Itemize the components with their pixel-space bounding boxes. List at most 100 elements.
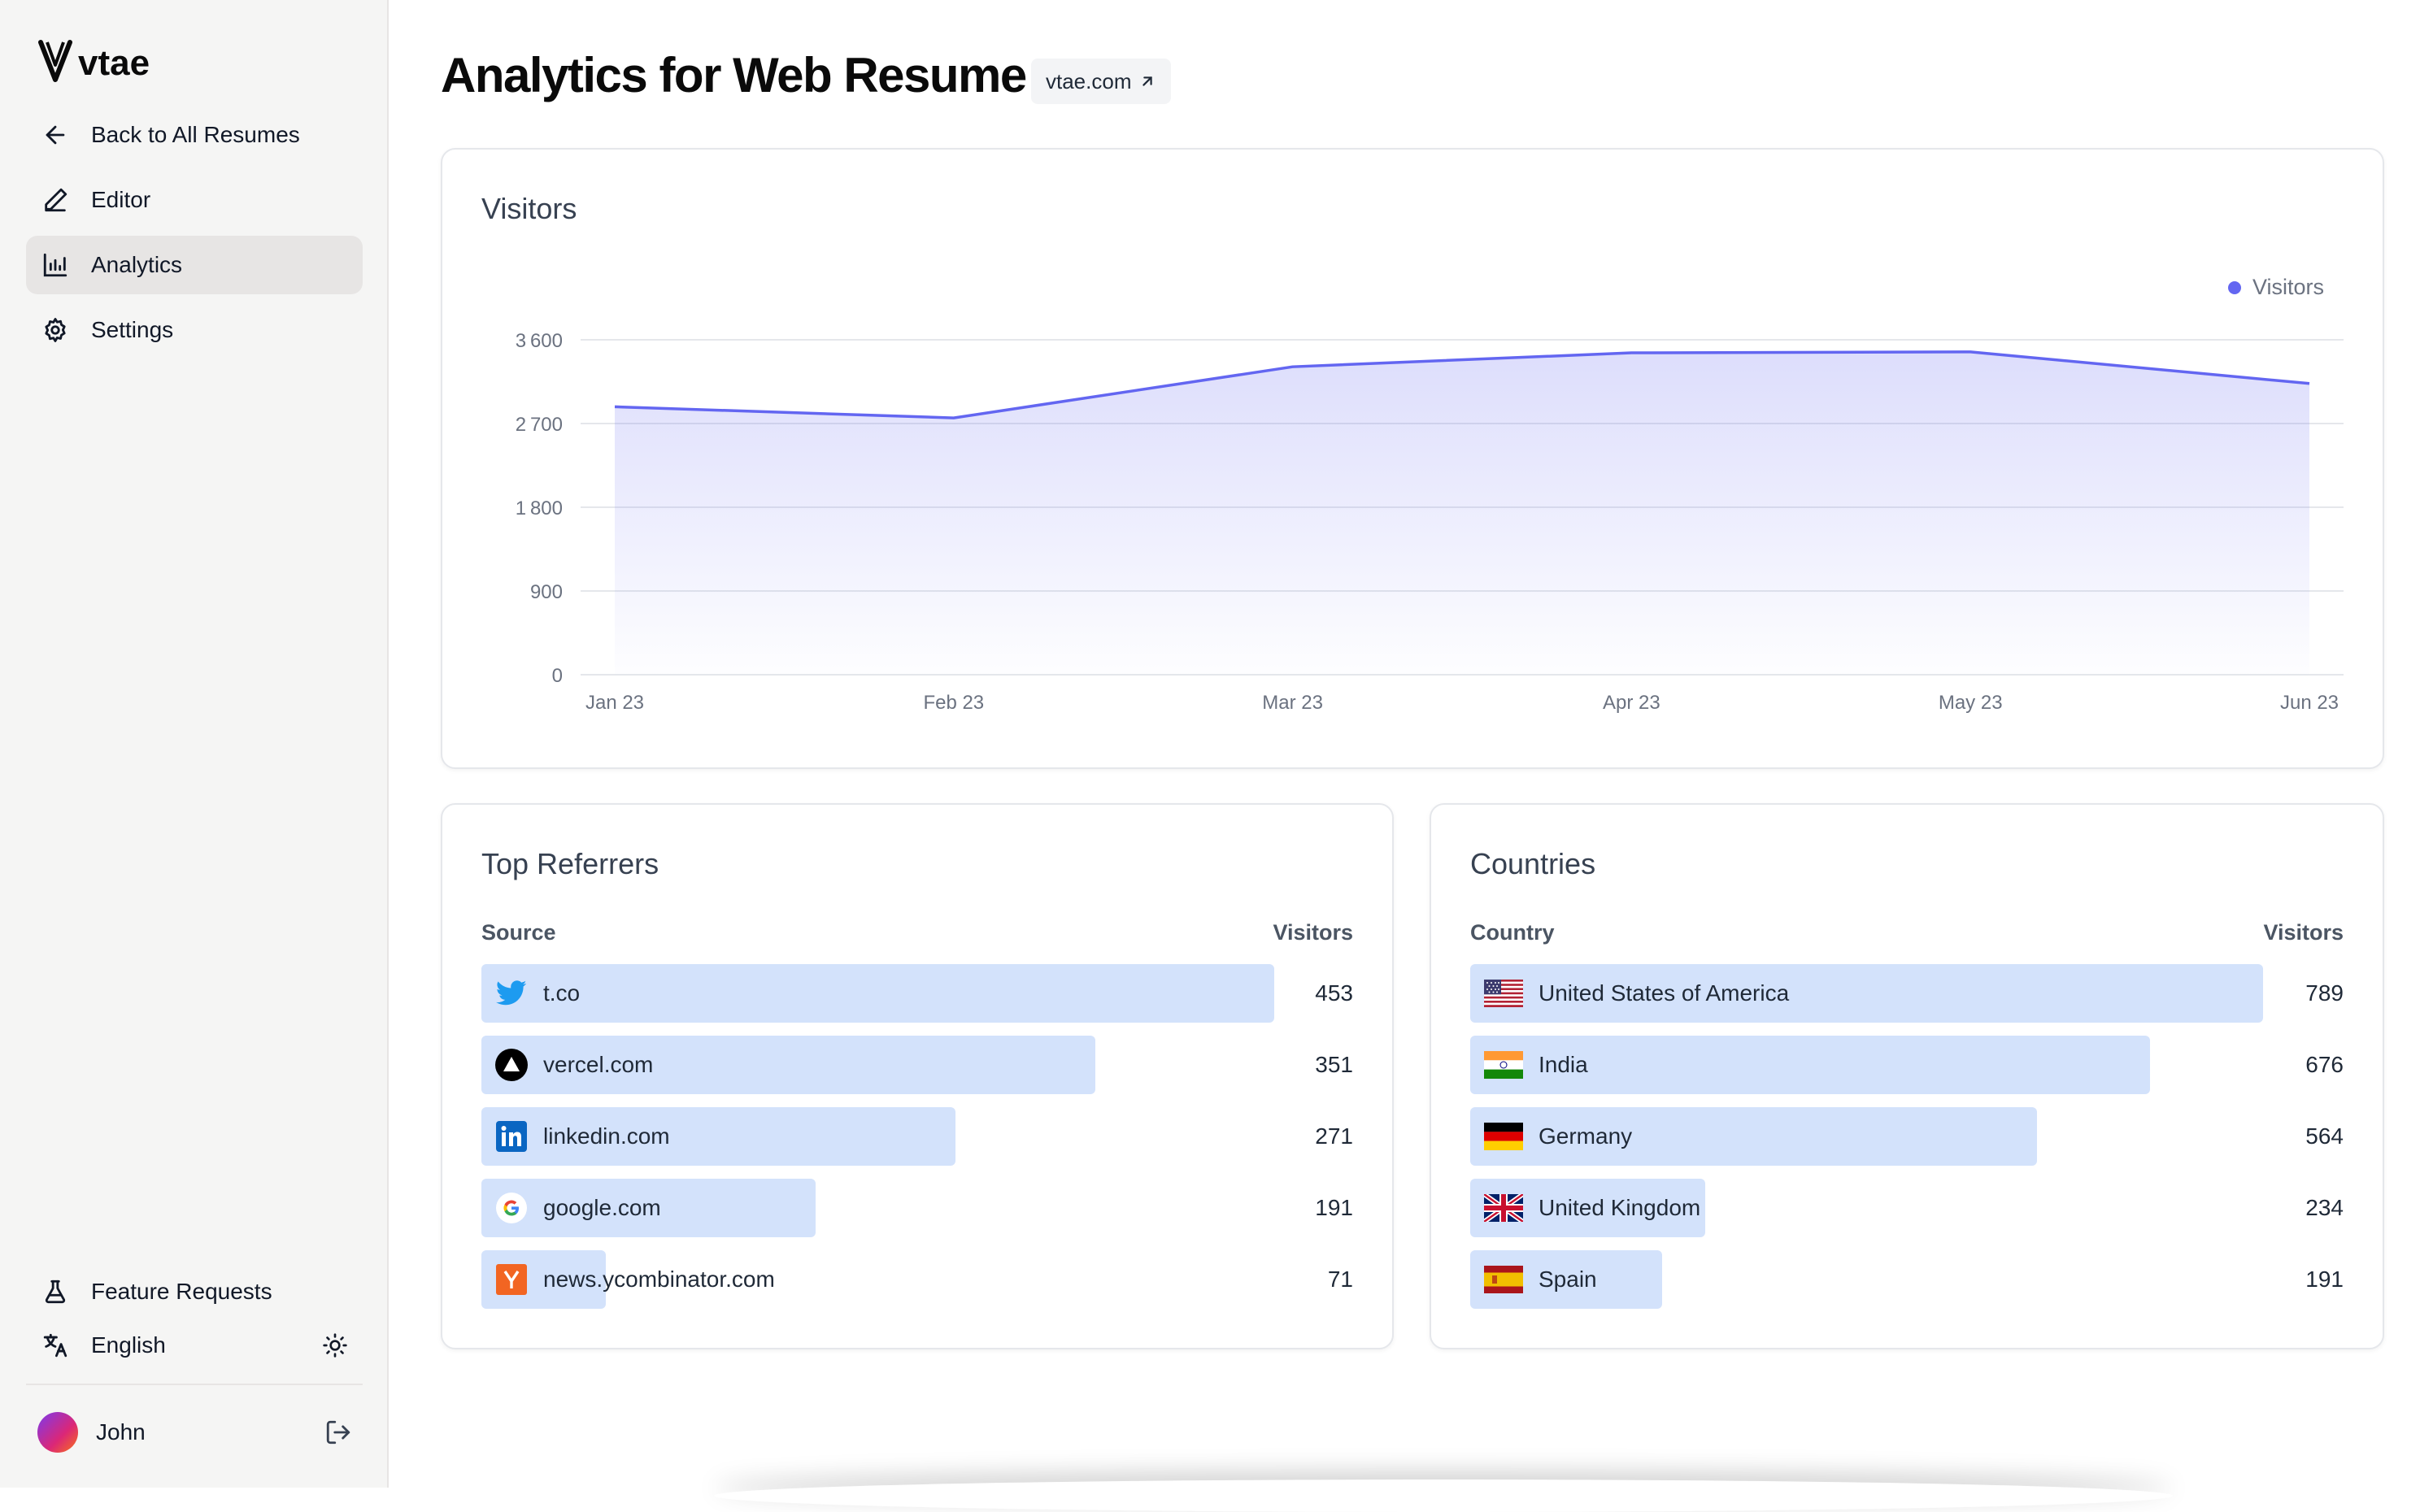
referrer-value: 71 [1327, 1267, 1353, 1292]
country-value: 234 [2305, 1195, 2344, 1220]
col-visitors: Visitors [2263, 920, 2344, 945]
sidebar-nav: Back to All Resumes Editor Analytics Set… [26, 106, 363, 366]
user-name: John [96, 1419, 146, 1445]
y-tick-label: 0 [552, 665, 563, 687]
country-label: United States of America [1539, 980, 1790, 1006]
referrer-label: t.co [543, 980, 581, 1006]
vtae-logo-icon: vtae [38, 40, 150, 83]
feature-requests-label: Feature Requests [91, 1279, 272, 1304]
countries-title: Countries [1470, 847, 1596, 880]
nav-label: Back to All Resumes [91, 122, 300, 147]
logo-text: vtae [78, 43, 150, 83]
x-tick-label: Jan 23 [585, 692, 644, 714]
col-country: Country [1470, 920, 1555, 945]
nav-label: Analytics [91, 252, 183, 277]
nav-label: Editor [91, 187, 151, 212]
twitter-icon [494, 976, 529, 1010]
countries-header: Country Visitors [1470, 920, 2344, 953]
feature-requests-link[interactable]: Feature Requests [26, 1265, 363, 1319]
referrer-label: news.ycombinator.com [543, 1267, 775, 1292]
countries-list: United States of America 789 India 676 G… [1470, 964, 2344, 1322]
referrer-bar [481, 964, 1274, 1023]
avatar [37, 1412, 78, 1453]
domain-text: vtae.com [1046, 68, 1132, 93]
referrer-row[interactable]: vercel.com 351 [481, 1036, 1353, 1094]
sidebar: vtae Back to All Resumes Editor Analytic… [0, 0, 389, 1488]
referrer-row[interactable]: news.ycombinator.com 71 [481, 1250, 1353, 1309]
y-tick-label: 900 [530, 581, 563, 603]
ycombinator-icon [494, 1262, 529, 1297]
referrer-value: 453 [1315, 980, 1353, 1006]
logout-button[interactable] [322, 1416, 355, 1449]
referrers-title: Top Referrers [481, 847, 659, 880]
user-profile[interactable]: John [26, 1401, 363, 1463]
google-icon [494, 1191, 529, 1225]
pencil-icon [41, 185, 70, 215]
logout-icon [326, 1420, 350, 1445]
germany-flag-icon [1483, 1119, 1524, 1154]
visitors-area-chart: 0 900 1 800 2 700 3 600 Jan 23 Feb 23 Mar 23 Apr… [516, 330, 2344, 714]
referrer-value: 351 [1315, 1052, 1353, 1077]
spain-flag-icon [1483, 1262, 1524, 1297]
x-tick-label: Feb 23 [923, 692, 984, 714]
referrer-value: 191 [1315, 1195, 1353, 1220]
country-row[interactable]: Spain 191 [1470, 1250, 2344, 1309]
country-row[interactable]: Germany 564 [1470, 1107, 2344, 1166]
nav-analytics[interactable]: Analytics [26, 236, 363, 294]
main-content: Analytics for Web Resume vtae.com Visito… [389, 0, 2433, 1488]
visitors-card: Visitors Visitors 0 900 1 800 2 700 3 600 Jan… [441, 148, 2384, 769]
arrow-left-icon [41, 120, 70, 150]
language-selector[interactable]: English [26, 1319, 363, 1372]
us-flag-icon [1483, 976, 1524, 1010]
country-label: Spain [1539, 1267, 1597, 1292]
referrer-row[interactable]: linkedin.com 271 [481, 1107, 1353, 1166]
referrer-label: linkedin.com [543, 1123, 670, 1149]
x-tick-label: Jun 23 [2280, 692, 2339, 714]
country-row[interactable]: India 676 [1470, 1036, 2344, 1094]
linkedin-icon [494, 1119, 529, 1154]
vercel-icon [494, 1048, 529, 1082]
theme-toggle-button[interactable] [319, 1329, 351, 1362]
referrer-row[interactable]: google.com 191 [481, 1179, 1353, 1237]
referrer-value: 271 [1315, 1123, 1353, 1149]
y-tick-label: 2 700 [516, 414, 563, 436]
sun-icon [323, 1333, 347, 1358]
x-tick-label: Mar 23 [1262, 692, 1323, 714]
country-value: 191 [2305, 1267, 2344, 1292]
translate-icon [41, 1331, 70, 1360]
country-row[interactable]: United Kingdom 234 [1470, 1179, 2344, 1237]
nav-editor[interactable]: Editor [26, 171, 363, 229]
country-value: 789 [2305, 980, 2344, 1006]
country-value: 564 [2305, 1123, 2344, 1149]
referrers-header: Source Visitors [481, 920, 1353, 953]
country-label: Germany [1539, 1123, 1633, 1149]
page-title: Analytics for Web Resume [441, 48, 1027, 102]
app-logo[interactable]: vtae [37, 36, 159, 88]
x-tick-label: Apr 23 [1603, 692, 1660, 714]
referrer-label: google.com [543, 1195, 661, 1220]
country-row[interactable]: United States of America 789 [1470, 964, 2344, 1023]
x-tick-label: May 23 [1939, 692, 2003, 714]
nav-back-to-all-resumes[interactable]: Back to All Resumes [26, 106, 363, 164]
sidebar-footer: Feature Requests English John [26, 1265, 363, 1463]
nav-settings[interactable]: Settings [26, 301, 363, 359]
y-tick-label: 1 800 [516, 497, 563, 519]
language-label: English [91, 1332, 166, 1358]
india-flag-icon [1483, 1048, 1524, 1082]
referrer-row[interactable]: t.co 453 [481, 964, 1353, 1023]
bar-chart-icon [41, 250, 70, 280]
country-label: United Kingdom [1539, 1195, 1701, 1220]
domain-link[interactable]: vtae.com [1031, 59, 1171, 104]
countries-card: Countries Country Visitors United States… [1430, 803, 2384, 1349]
flask-icon [41, 1277, 70, 1306]
country-label: India [1539, 1052, 1588, 1077]
visitors-area-fill [615, 351, 2309, 675]
gear-icon [41, 315, 70, 345]
uk-flag-icon [1483, 1191, 1524, 1225]
sidebar-divider [26, 1384, 363, 1385]
top-referrers-card: Top Referrers Source Visitors t.co 453 v… [441, 803, 1394, 1349]
col-source: Source [481, 920, 556, 945]
bottom-shadow [714, 1479, 2173, 1512]
referrers-list: t.co 453 vercel.com 351 linkedin.com 271… [481, 964, 1353, 1322]
country-value: 676 [2305, 1052, 2344, 1077]
